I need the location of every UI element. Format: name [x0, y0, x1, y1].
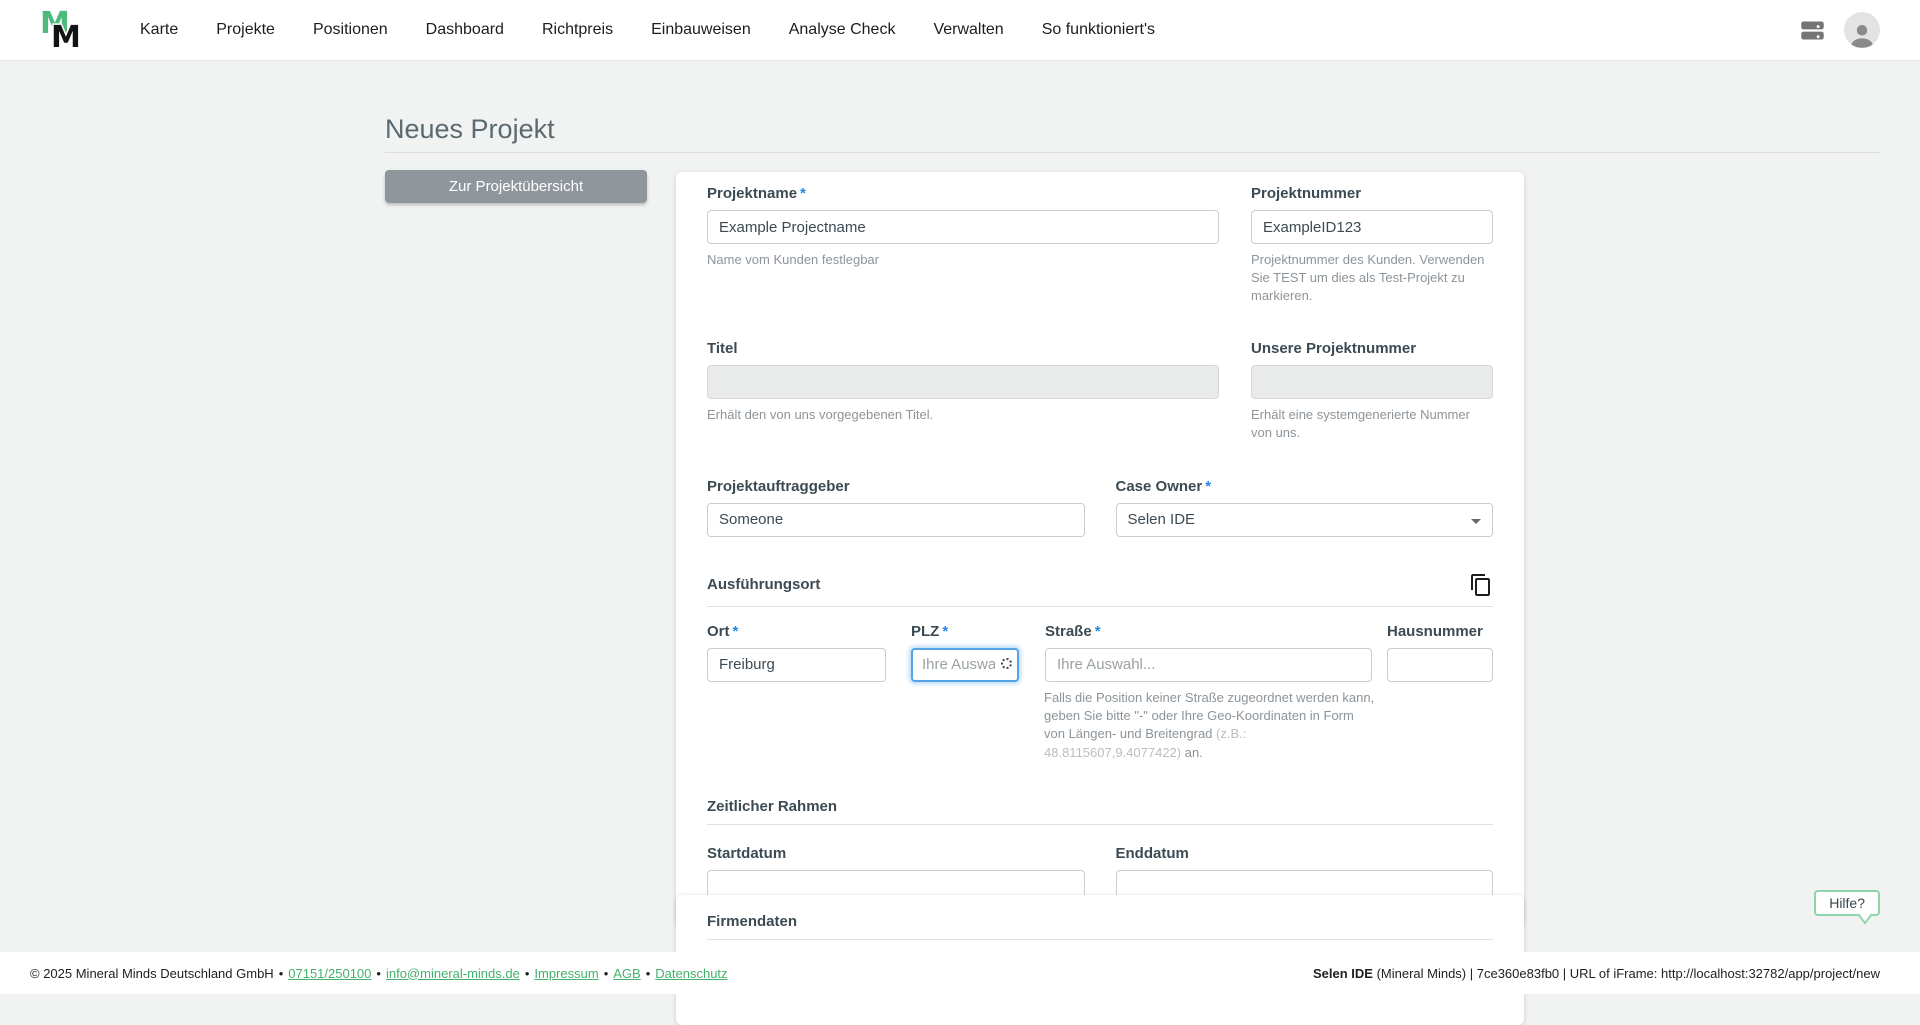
footer-session-info: Selen IDE (Mineral Minds) | 7ce360e83fb0… — [1313, 966, 1880, 981]
firmendaten-title: Firmendaten — [707, 913, 1493, 930]
field-titel: Titel Erhält den von uns vorgegebenen Ti… — [707, 340, 1219, 442]
nav-item-so-funktionierts[interactable]: So funktioniert's — [1042, 21, 1155, 39]
case-owner-select[interactable]: Selen IDE — [1116, 503, 1494, 537]
required-asterisk: * — [733, 623, 739, 640]
strasse-label: Straße* — [1045, 623, 1372, 640]
field-ort: Ort* — [707, 623, 886, 682]
projektauftraggeber-input[interactable] — [707, 503, 1085, 537]
svg-text:M: M — [51, 20, 81, 54]
zur-projektuebersicht-button[interactable]: Zur Projektübersicht — [385, 170, 647, 203]
startdatum-label: Startdatum — [707, 845, 1085, 862]
footer-link-email[interactable]: info@mineral-minds.de — [386, 966, 520, 981]
field-unsere-projektnummer: Unsere Projektnummer Erhält eine systemg… — [1251, 340, 1493, 442]
titel-input — [707, 365, 1219, 399]
field-strasse: Straße* — [1045, 623, 1372, 682]
case-owner-value: Selen IDE — [1128, 511, 1196, 528]
unsere-projektnummer-input — [1251, 365, 1493, 399]
nav-item-richtpreis[interactable]: Richtpreis — [542, 21, 613, 39]
nav-item-verwalten[interactable]: Verwalten — [933, 21, 1003, 39]
projektnummer-label: Projektnummer — [1251, 185, 1493, 202]
hausnummer-label: Hausnummer — [1387, 623, 1493, 640]
footer-copyright: © 2025 Mineral Minds Deutschland GmbH — [30, 966, 274, 981]
field-projektauftraggeber: Projektauftraggeber — [707, 478, 1085, 537]
footer-link-agb[interactable]: AGB — [613, 966, 640, 981]
field-projektnummer: Projektnummer Projektnummer des Kunden. … — [1251, 185, 1493, 306]
case-owner-label: Case Owner* — [1116, 478, 1494, 495]
nav-item-positionen[interactable]: Positionen — [313, 21, 388, 39]
nav-item-projekte[interactable]: Projekte — [216, 21, 275, 39]
footer-bar: © 2025 Mineral Minds Deutschland GmbH • … — [0, 952, 1920, 994]
nav-item-karte[interactable]: Karte — [140, 21, 178, 39]
nav-item-dashboard[interactable]: Dashboard — [426, 21, 504, 39]
caret-down-icon — [1471, 519, 1481, 524]
topbar-right-icons — [1799, 12, 1880, 48]
footer-left: © 2025 Mineral Minds Deutschland GmbH • … — [30, 966, 728, 981]
ort-label: Ort* — [707, 623, 886, 640]
mineral-minds-logo[interactable]: M M — [40, 6, 84, 54]
titel-helper: Erhält den von uns vorgegebenen Titel. — [707, 406, 1219, 424]
firmendaten-divider — [707, 939, 1493, 940]
titel-label: Titel — [707, 340, 1219, 357]
address-fields-row: Ort* PLZ* Straße* Hausnummer — [707, 623, 1493, 682]
zeitlicher-rahmen-title: Zeitlicher Rahmen — [707, 798, 837, 815]
plz-label: PLZ* — [911, 623, 1019, 640]
page-title: Neues Projekt — [385, 114, 555, 145]
main-nav: Karte Projekte Positionen Dashboard Rich… — [140, 21, 1155, 39]
footer-link-impressum[interactable]: Impressum — [534, 966, 598, 981]
strasse-helper: Falls die Position keiner Straße zugeord… — [1044, 689, 1376, 762]
field-projektname: Projektname* Name vom Kunden festlegbar — [707, 185, 1219, 306]
section-ausfuehrungsort: Ausführungsort — [707, 573, 1493, 597]
projektname-helper: Name vom Kunden festlegbar — [707, 251, 1219, 269]
strasse-input[interactable] — [1045, 648, 1372, 682]
projektauftraggeber-label: Projektauftraggeber — [707, 478, 1085, 495]
footer-session-details: (Mineral Minds) | 7ce360e83fb0 | URL of … — [1373, 966, 1880, 981]
projektnummer-helper: Projektnummer des Kunden. Verwenden Sie … — [1251, 251, 1493, 306]
ausfuehrungsort-divider — [707, 606, 1493, 607]
nav-item-einbauweisen[interactable]: Einbauweisen — [651, 21, 751, 39]
zeitlicher-rahmen-divider — [707, 824, 1493, 825]
projektname-input[interactable] — [707, 210, 1219, 244]
required-asterisk: * — [800, 185, 806, 202]
title-divider — [385, 152, 1880, 153]
required-asterisk: * — [942, 623, 948, 640]
footer-link-datenschutz[interactable]: Datenschutz — [655, 966, 727, 981]
loading-spinner-icon — [1001, 658, 1012, 669]
required-asterisk: * — [1205, 478, 1211, 495]
top-navigation-bar: M M Karte Projekte Positionen Dashboard … — [0, 0, 1920, 61]
server-rack-icon[interactable] — [1799, 17, 1826, 44]
projektnummer-input[interactable] — [1251, 210, 1493, 244]
nav-item-analyse-check[interactable]: Analyse Check — [789, 21, 896, 39]
required-asterisk: * — [1095, 623, 1101, 640]
user-avatar-icon[interactable] — [1844, 12, 1880, 48]
project-form-card: Projektname* Name vom Kunden festlegbar … — [676, 172, 1524, 928]
field-plz: PLZ* — [911, 623, 1019, 682]
copy-icon[interactable] — [1469, 573, 1493, 597]
enddatum-label: Enddatum — [1116, 845, 1494, 862]
footer-link-phone[interactable]: 07151/250100 — [288, 966, 371, 981]
field-hausnummer: Hausnummer — [1387, 623, 1493, 682]
unsere-projektnummer-label: Unsere Projektnummer — [1251, 340, 1493, 357]
ort-input[interactable] — [707, 648, 886, 682]
projektname-label: Projektname* — [707, 185, 1219, 202]
unsere-projektnummer-helper: Erhält eine systemgenerierte Nummer von … — [1251, 406, 1493, 442]
ausfuehrungsort-title: Ausführungsort — [707, 576, 820, 593]
footer-session-user: Selen IDE — [1313, 966, 1373, 981]
hausnummer-input[interactable] — [1387, 648, 1493, 682]
section-zeitlicher-rahmen: Zeitlicher Rahmen — [707, 798, 1493, 815]
field-case-owner: Case Owner* Selen IDE — [1116, 478, 1494, 537]
hilfe-button[interactable]: Hilfe? — [1814, 890, 1880, 916]
